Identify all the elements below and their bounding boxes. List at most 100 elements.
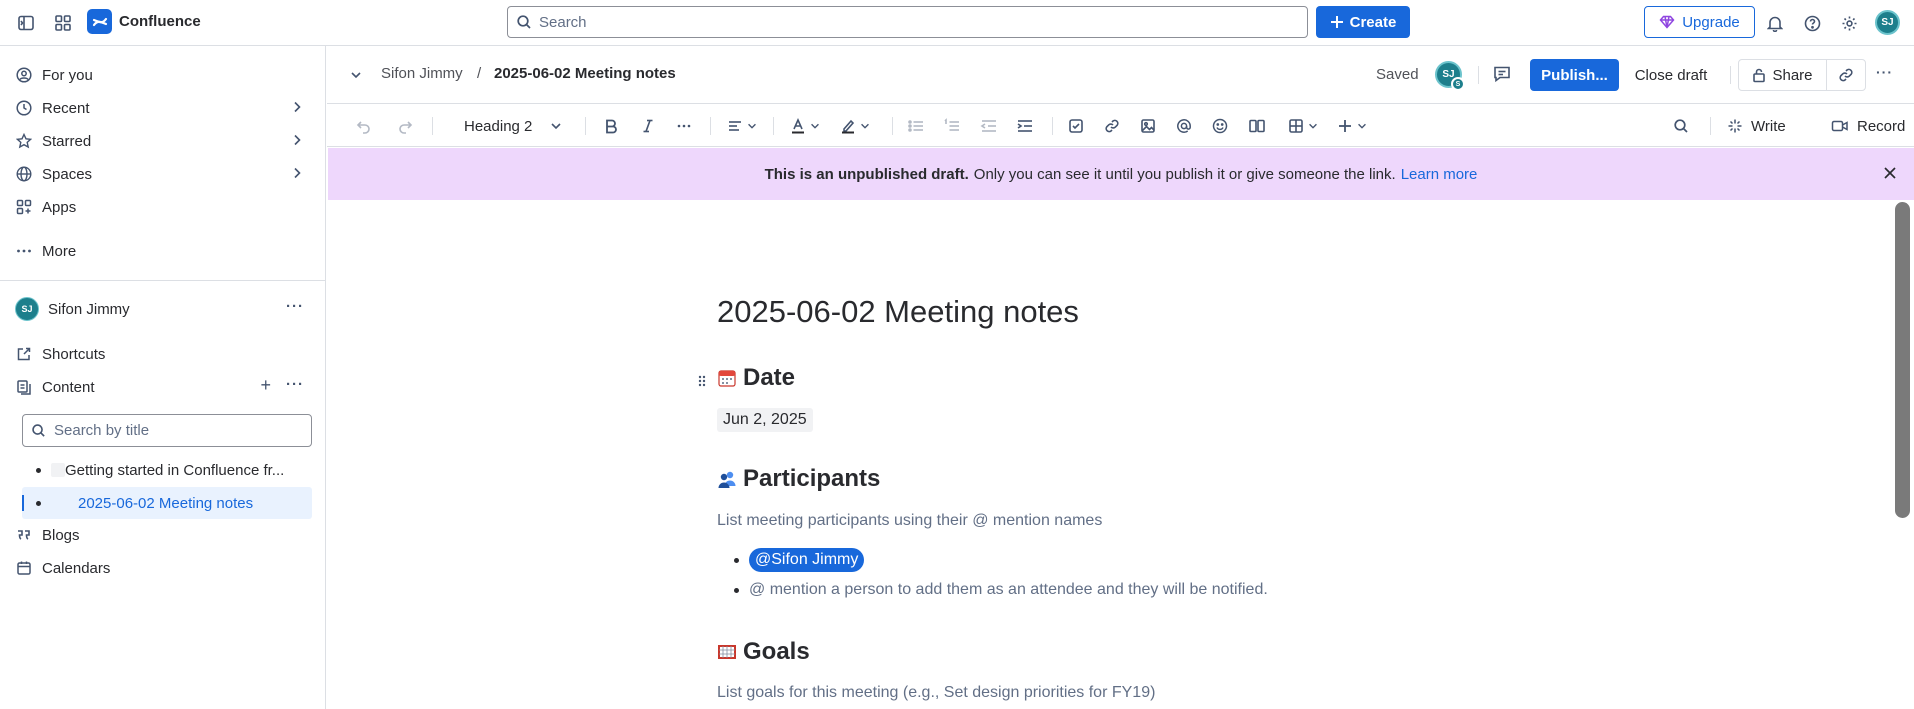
avatar-status-badge: S — [1451, 77, 1465, 91]
text-style-dropdown[interactable]: Heading 2 — [464, 114, 563, 138]
indent-icon[interactable] — [1016, 114, 1034, 138]
sidebar-item-starred[interactable]: Starred — [10, 126, 316, 156]
write-ai-button[interactable]: Write — [1727, 114, 1786, 138]
close-icon[interactable] — [1882, 165, 1898, 181]
user-mention[interactable]: @Sifon Jimmy — [749, 548, 865, 572]
calendar-emoji-icon — [717, 368, 737, 388]
sidebar-item-spaces[interactable]: Spaces — [10, 159, 316, 189]
share-label: Share — [1772, 66, 1813, 84]
app-switcher-icon[interactable] — [49, 9, 77, 37]
undo-icon[interactable] — [356, 114, 372, 138]
highlight-dropdown[interactable] — [840, 114, 871, 138]
page-title[interactable]: 2025-06-02 Meeting notes — [717, 294, 1079, 330]
alignment-dropdown[interactable] — [727, 114, 758, 138]
redo-icon[interactable] — [397, 114, 413, 138]
search-input[interactable] — [539, 13, 1279, 31]
sidebar-item-content[interactable]: Content + ··· — [10, 372, 316, 402]
comment-icon[interactable] — [1492, 64, 1512, 84]
sidebar-item-more[interactable]: More — [10, 236, 316, 266]
tree-item-getting-started[interactable]: Getting started in Confluence fr... — [22, 454, 312, 486]
space-header[interactable]: SJ Sifon Jimmy ··· — [10, 294, 316, 324]
scrollbar-thumb[interactable] — [1895, 202, 1910, 518]
chevron-right-icon[interactable] — [290, 100, 304, 114]
sidebar-item-shortcuts[interactable]: Shortcuts — [10, 339, 316, 369]
user-avatar[interactable]: SJ — [1875, 10, 1900, 35]
help-icon[interactable] — [1798, 9, 1826, 37]
list-item[interactable]: @Sifon Jimmy — [734, 548, 865, 572]
sidebar-item-blogs[interactable]: Blogs — [10, 520, 316, 550]
more-dots-icon[interactable]: ··· — [286, 376, 304, 393]
apps-grid-icon — [15, 198, 33, 216]
sidebar-item-apps[interactable]: Apps — [10, 192, 316, 222]
chevron-down-icon — [859, 120, 871, 132]
tree-item-meeting-notes[interactable]: 2025-06-02 Meeting notes — [22, 487, 312, 519]
bullet-list-icon[interactable] — [907, 114, 925, 138]
participants-heading[interactable]: Participants — [717, 465, 880, 493]
insert-dropdown[interactable] — [1337, 114, 1368, 138]
calendar-icon — [15, 559, 33, 577]
learn-more-link[interactable]: Learn more — [1401, 166, 1478, 183]
editor-canvas[interactable]: 2025-06-02 Meeting notes Date Jun 2, 202… — [328, 200, 1894, 709]
date-chip[interactable]: Jun 2, 2025 — [717, 408, 813, 432]
toolbar-divider — [585, 117, 586, 135]
sidebar-divider — [0, 280, 326, 281]
list-item[interactable]: @ mention a person to add them as an att… — [734, 581, 1268, 599]
copy-link-button[interactable] — [1827, 60, 1865, 90]
collaborator-avatar[interactable]: SJ S — [1435, 61, 1465, 91]
more-formatting-icon[interactable] — [676, 114, 692, 138]
share-button[interactable]: Share — [1739, 60, 1827, 90]
drag-handle-icon[interactable] — [697, 374, 707, 388]
mention-icon[interactable] — [1176, 114, 1192, 138]
notifications-bell-icon[interactable] — [1761, 9, 1789, 37]
chevron-right-icon[interactable] — [290, 133, 304, 147]
write-label: Write — [1751, 117, 1786, 135]
tree-bullet — [36, 467, 41, 473]
global-search[interactable] — [507, 6, 1308, 38]
sidebar-item-for-you[interactable]: For you — [10, 60, 316, 90]
sidebar-item-recent[interactable]: Recent — [10, 93, 316, 123]
upgrade-button[interactable]: Upgrade — [1644, 6, 1755, 38]
find-icon[interactable] — [1673, 114, 1689, 138]
goals-hint[interactable]: List goals for this meeting (e.g., Set d… — [717, 684, 1155, 702]
participants-hint[interactable]: List meeting participants using their @ … — [717, 512, 1102, 530]
lock-icon — [1752, 67, 1766, 83]
close-draft-button[interactable]: Close draft — [1625, 59, 1717, 91]
date-heading[interactable]: Date — [717, 364, 795, 392]
chevron-right-icon[interactable] — [290, 166, 304, 180]
table-icon — [1288, 118, 1304, 134]
breadcrumb-page[interactable]: 2025-06-02 Meeting notes — [494, 65, 676, 82]
sidebar-item-calendars[interactable]: Calendars — [10, 553, 316, 583]
title-search[interactable] — [22, 414, 312, 447]
text-color-dropdown[interactable] — [790, 114, 821, 138]
confluence-logo[interactable]: Confluence — [87, 9, 201, 34]
active-indicator — [22, 495, 24, 511]
settings-gear-icon[interactable] — [1835, 9, 1863, 37]
link-icon[interactable] — [1104, 114, 1120, 138]
share-group: Share — [1738, 59, 1866, 91]
more-dots-icon[interactable]: ··· — [286, 298, 304, 315]
italic-icon[interactable] — [640, 114, 656, 138]
shortcut-icon — [15, 345, 33, 363]
sidebar-item-label: Shortcuts — [42, 345, 106, 363]
upgrade-label: Upgrade — [1682, 13, 1740, 31]
bold-icon[interactable] — [603, 114, 619, 138]
checkbox-icon[interactable] — [1068, 114, 1084, 138]
publish-button[interactable]: Publish... — [1530, 59, 1619, 91]
table-dropdown[interactable] — [1288, 114, 1319, 138]
outdent-icon[interactable] — [980, 114, 998, 138]
goal-net-emoji-icon — [717, 642, 737, 662]
title-search-input[interactable] — [54, 422, 294, 439]
goals-heading[interactable]: Goals — [717, 638, 810, 666]
chevron-down-icon[interactable] — [349, 68, 363, 82]
record-button[interactable]: Record — [1831, 114, 1905, 138]
sidebar-toggle-icon[interactable] — [12, 9, 40, 37]
numbered-list-icon[interactable] — [943, 114, 961, 138]
sidebar-item-label: Spaces — [42, 165, 93, 183]
emoji-icon[interactable] — [1212, 114, 1228, 138]
image-icon[interactable] — [1140, 114, 1156, 138]
plus-icon[interactable]: + — [260, 375, 271, 396]
more-actions-icon[interactable]: ··· — [1876, 64, 1893, 80]
breadcrumb-space[interactable]: Sifon Jimmy — [381, 65, 463, 82]
layouts-icon[interactable] — [1248, 114, 1266, 138]
create-button[interactable]: Create — [1316, 6, 1410, 38]
